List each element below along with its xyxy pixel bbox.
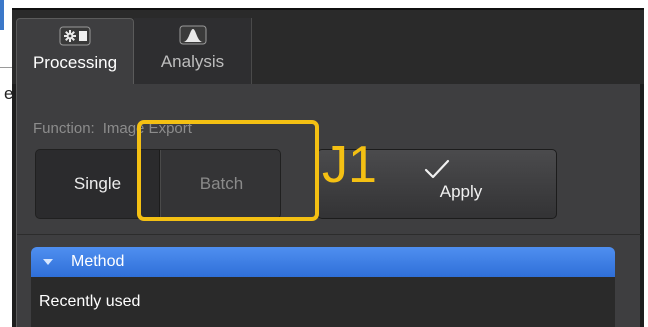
gear-icon bbox=[59, 26, 91, 46]
background-window-strip: e bbox=[0, 0, 13, 327]
section-divider bbox=[17, 234, 641, 235]
annotation-label: J1 bbox=[322, 136, 377, 194]
method-section-body: Recently used bbox=[31, 277, 615, 327]
document-line bbox=[0, 67, 12, 68]
tab-analysis-label: Analysis bbox=[160, 52, 225, 71]
function-label: Function: bbox=[33, 120, 95, 137]
collapse-triangle-icon bbox=[43, 259, 53, 265]
method-section-header[interactable]: Method bbox=[31, 247, 615, 277]
tab-processing-label: Processing bbox=[32, 53, 118, 72]
window-edge bbox=[0, 0, 4, 30]
processing-panel: Function: Image Export Single Batch Apply… bbox=[16, 84, 641, 327]
histogram-icon bbox=[179, 25, 206, 45]
tab-bar: Processing Analysis bbox=[12, 10, 644, 84]
recently-used-item[interactable]: Recently used bbox=[39, 293, 140, 311]
tab-analysis[interactable]: Analysis bbox=[134, 18, 252, 84]
checkmark-icon bbox=[424, 159, 450, 179]
method-title: Method bbox=[71, 253, 125, 270]
annotation-highlight-box bbox=[137, 120, 319, 221]
tab-processing[interactable]: Processing bbox=[16, 18, 134, 84]
